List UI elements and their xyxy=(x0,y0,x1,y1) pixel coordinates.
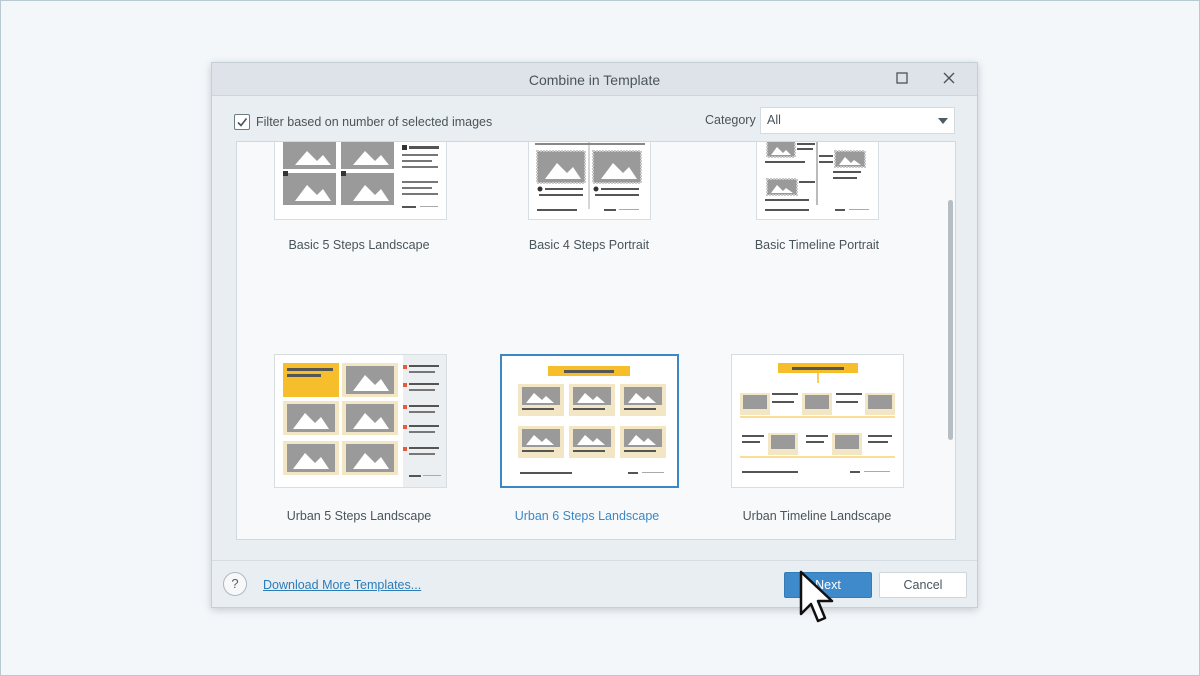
cancel-button[interactable]: Cancel xyxy=(879,572,967,598)
template-preview-image xyxy=(502,356,677,486)
template-label: Urban 5 Steps Landscape xyxy=(286,509,432,523)
template-preview-image xyxy=(765,142,869,211)
template-label: Urban Timeline Landscape xyxy=(742,509,892,523)
category-dropdown[interactable]: All xyxy=(760,107,955,134)
category-label: Category xyxy=(705,113,756,127)
template-preview-image xyxy=(732,355,903,487)
template-thumb-basic-timeline-portrait[interactable] xyxy=(756,142,879,220)
title-bar: Combine in Template xyxy=(212,63,977,96)
template-gallery: Basic 5 Steps Landscape Basic 4 Steps Po… xyxy=(236,141,956,540)
template-label: Basic Timeline Portrait xyxy=(754,238,880,252)
close-icon xyxy=(943,72,955,84)
template-thumb-basic-5-steps-landscape[interactable] xyxy=(274,142,447,220)
template-label: Basic 4 Steps Portrait xyxy=(528,238,650,252)
filter-checkbox[interactable] xyxy=(234,114,250,130)
template-label-selected: Urban 6 Steps Landscape xyxy=(514,509,660,523)
dropdown-arrow-icon xyxy=(938,118,948,124)
close-button[interactable] xyxy=(943,72,957,86)
template-preview-image xyxy=(283,142,439,208)
category-selected-value: All xyxy=(767,113,781,127)
template-label: Basic 5 Steps Landscape xyxy=(288,238,430,252)
mouse-pointer-icon xyxy=(799,570,834,623)
template-thumb-basic-4-steps-portrait[interactable] xyxy=(528,142,651,220)
template-thumb-urban-timeline-landscape[interactable] xyxy=(731,354,904,488)
template-thumb-urban-6-steps-landscape[interactable] xyxy=(500,354,679,488)
gallery-scrollbar-thumb[interactable] xyxy=(948,200,953,440)
filter-row: Filter based on number of selected image… xyxy=(234,112,492,132)
template-preview-image xyxy=(535,142,645,211)
maximize-button[interactable] xyxy=(896,72,910,86)
square-icon xyxy=(896,72,908,84)
download-more-templates-link[interactable]: Download More Templates... xyxy=(263,578,421,592)
dialog-title: Combine in Template xyxy=(528,72,661,88)
dialog-footer: ? Download More Templates... Next Cancel xyxy=(212,560,977,608)
checkmark-icon xyxy=(237,118,248,127)
filter-label: Filter based on number of selected image… xyxy=(256,115,493,129)
template-preview-image xyxy=(275,355,446,487)
help-button[interactable]: ? xyxy=(223,572,247,596)
combine-template-dialog: Combine in Template Filter based on numb… xyxy=(211,62,978,608)
template-thumb-urban-5-steps-landscape[interactable] xyxy=(274,354,447,488)
